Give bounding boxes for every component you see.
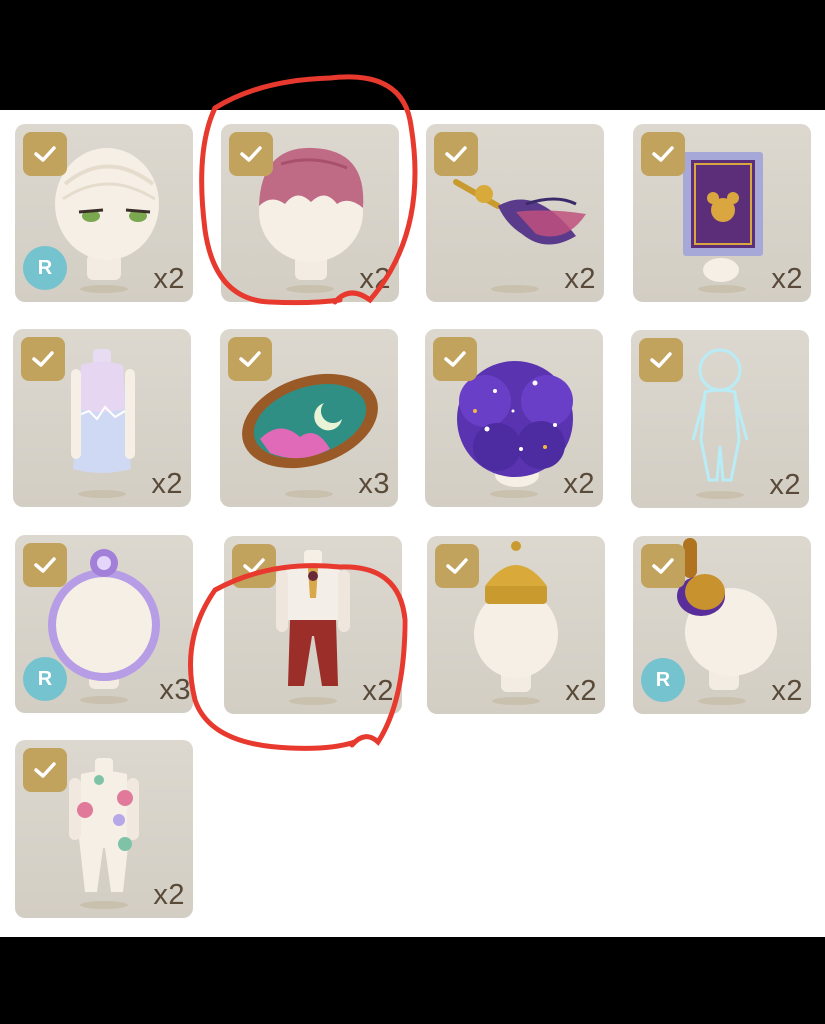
rarity-badge: R xyxy=(23,657,67,701)
item-card-12[interactable]: R x2 xyxy=(633,536,811,714)
quantity-label: x3 xyxy=(159,674,191,706)
quantity-label: x2 xyxy=(359,263,391,295)
quantity-label: x2 xyxy=(362,675,394,707)
selected-check-icon xyxy=(23,748,67,792)
item-card-6[interactable]: x3 xyxy=(220,329,398,507)
selected-check-icon xyxy=(435,544,479,588)
quantity-label: x2 xyxy=(563,468,595,500)
rarity-badge: R xyxy=(641,658,685,702)
quantity-label: x3 xyxy=(358,468,390,500)
item-card-4[interactable]: x2 xyxy=(633,124,811,302)
selected-check-icon xyxy=(232,544,276,588)
item-card-10[interactable]: x2 xyxy=(224,536,402,714)
item-card-5[interactable]: x2 xyxy=(13,329,191,507)
selected-check-icon xyxy=(433,337,477,381)
rarity-badge: R xyxy=(23,246,67,290)
selected-check-icon xyxy=(229,132,273,176)
selected-check-icon xyxy=(641,132,685,176)
quantity-label: x2 xyxy=(153,879,185,911)
item-card-11[interactable]: x2 xyxy=(427,536,605,714)
item-card-13[interactable]: x2 xyxy=(15,740,193,918)
selected-check-icon xyxy=(434,132,478,176)
selected-check-icon xyxy=(23,132,67,176)
quantity-label: x2 xyxy=(771,675,803,707)
quantity-label: x2 xyxy=(769,469,801,501)
quantity-label: x2 xyxy=(565,675,597,707)
quantity-label: x2 xyxy=(564,263,596,295)
quantity-label: x2 xyxy=(153,263,185,295)
item-card-7[interactable]: x2 xyxy=(425,329,603,507)
item-card-1[interactable]: R x2 xyxy=(15,124,193,302)
selected-check-icon xyxy=(21,337,65,381)
item-card-3[interactable]: x2 xyxy=(426,124,604,302)
selected-check-icon xyxy=(23,543,67,587)
quantity-label: x2 xyxy=(151,468,183,500)
item-card-2[interactable]: x2 xyxy=(221,124,399,302)
item-card-8[interactable]: x2 xyxy=(631,330,809,508)
selected-check-icon xyxy=(228,337,272,381)
item-card-9[interactable]: R x3 xyxy=(15,535,193,713)
selected-check-icon xyxy=(641,544,685,588)
selected-check-icon xyxy=(639,338,683,382)
quantity-label: x2 xyxy=(771,263,803,295)
